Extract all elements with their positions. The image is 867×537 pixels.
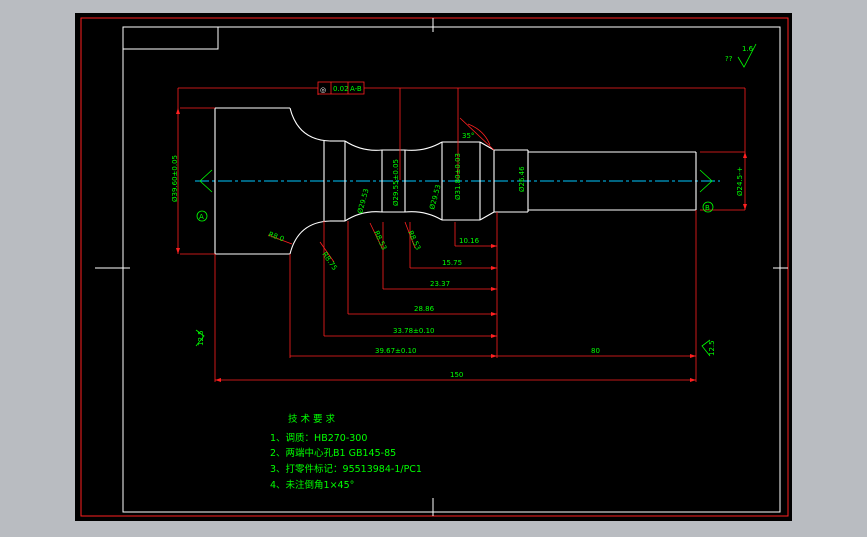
dia-right-shaft: Ø24.5-+ <box>736 166 744 196</box>
length-l6: 39.67±0.10 <box>375 347 417 355</box>
notes-heading: 技 术 要 求 <box>288 413 336 425</box>
length-l5: 33.78±0.10 <box>393 327 435 335</box>
length-l7: 80 <box>591 347 600 355</box>
datum-label-left: A <box>199 213 204 221</box>
tolerance-datum: A-B <box>350 85 362 93</box>
length-l4: 28.86 <box>414 305 435 313</box>
length-l3: 23.37 <box>430 280 450 288</box>
dia-collar: Ø31.80±0.03 <box>454 153 462 200</box>
note-item-1: 1、调质：HB270-300 <box>270 432 367 444</box>
finish-left-value: 12.5 <box>197 330 205 346</box>
model-space <box>75 13 792 521</box>
note-item-4: 4、未注倒角1×45° <box>270 479 354 491</box>
dia-center: Ø29.55±0.05 <box>392 159 400 206</box>
finish-default-value: 1.6 <box>742 45 754 53</box>
note-item-3: 3、打零件标记：95513984-1/PC1 <box>270 463 422 475</box>
tolerance-frame: ◎ 0.02 A-B <box>317 81 365 95</box>
angle-label: 35° <box>462 132 474 140</box>
note-item-2: 2、两端中心孔B1 GB145-85 <box>270 447 396 459</box>
tolerance-symbol: ◎ <box>320 86 326 94</box>
tolerance-value: 0.02 <box>333 85 349 93</box>
surface-finish-left: 12.5 <box>195 329 205 347</box>
length-overall: 150 <box>450 371 463 379</box>
finish-default-mark: ?? <box>725 55 733 63</box>
dia-left-head: Ø39.60±0.05 <box>171 155 179 202</box>
drawing-canvas: ◎ 0.02 A-B 1.6 ?? 12.5 12.5 A B 35° Ø39.… <box>75 13 792 521</box>
length-l1: 10.16 <box>459 237 480 245</box>
dia-pin: Ø26.46 <box>518 166 526 192</box>
length-l2: 15.75 <box>442 259 462 267</box>
cad-viewport[interactable]: ◎ 0.02 A-B 1.6 ?? 12.5 12.5 A B 35° Ø39.… <box>0 0 867 533</box>
datum-label-right: B <box>705 204 710 212</box>
finish-right-value: 12.5 <box>708 340 716 356</box>
